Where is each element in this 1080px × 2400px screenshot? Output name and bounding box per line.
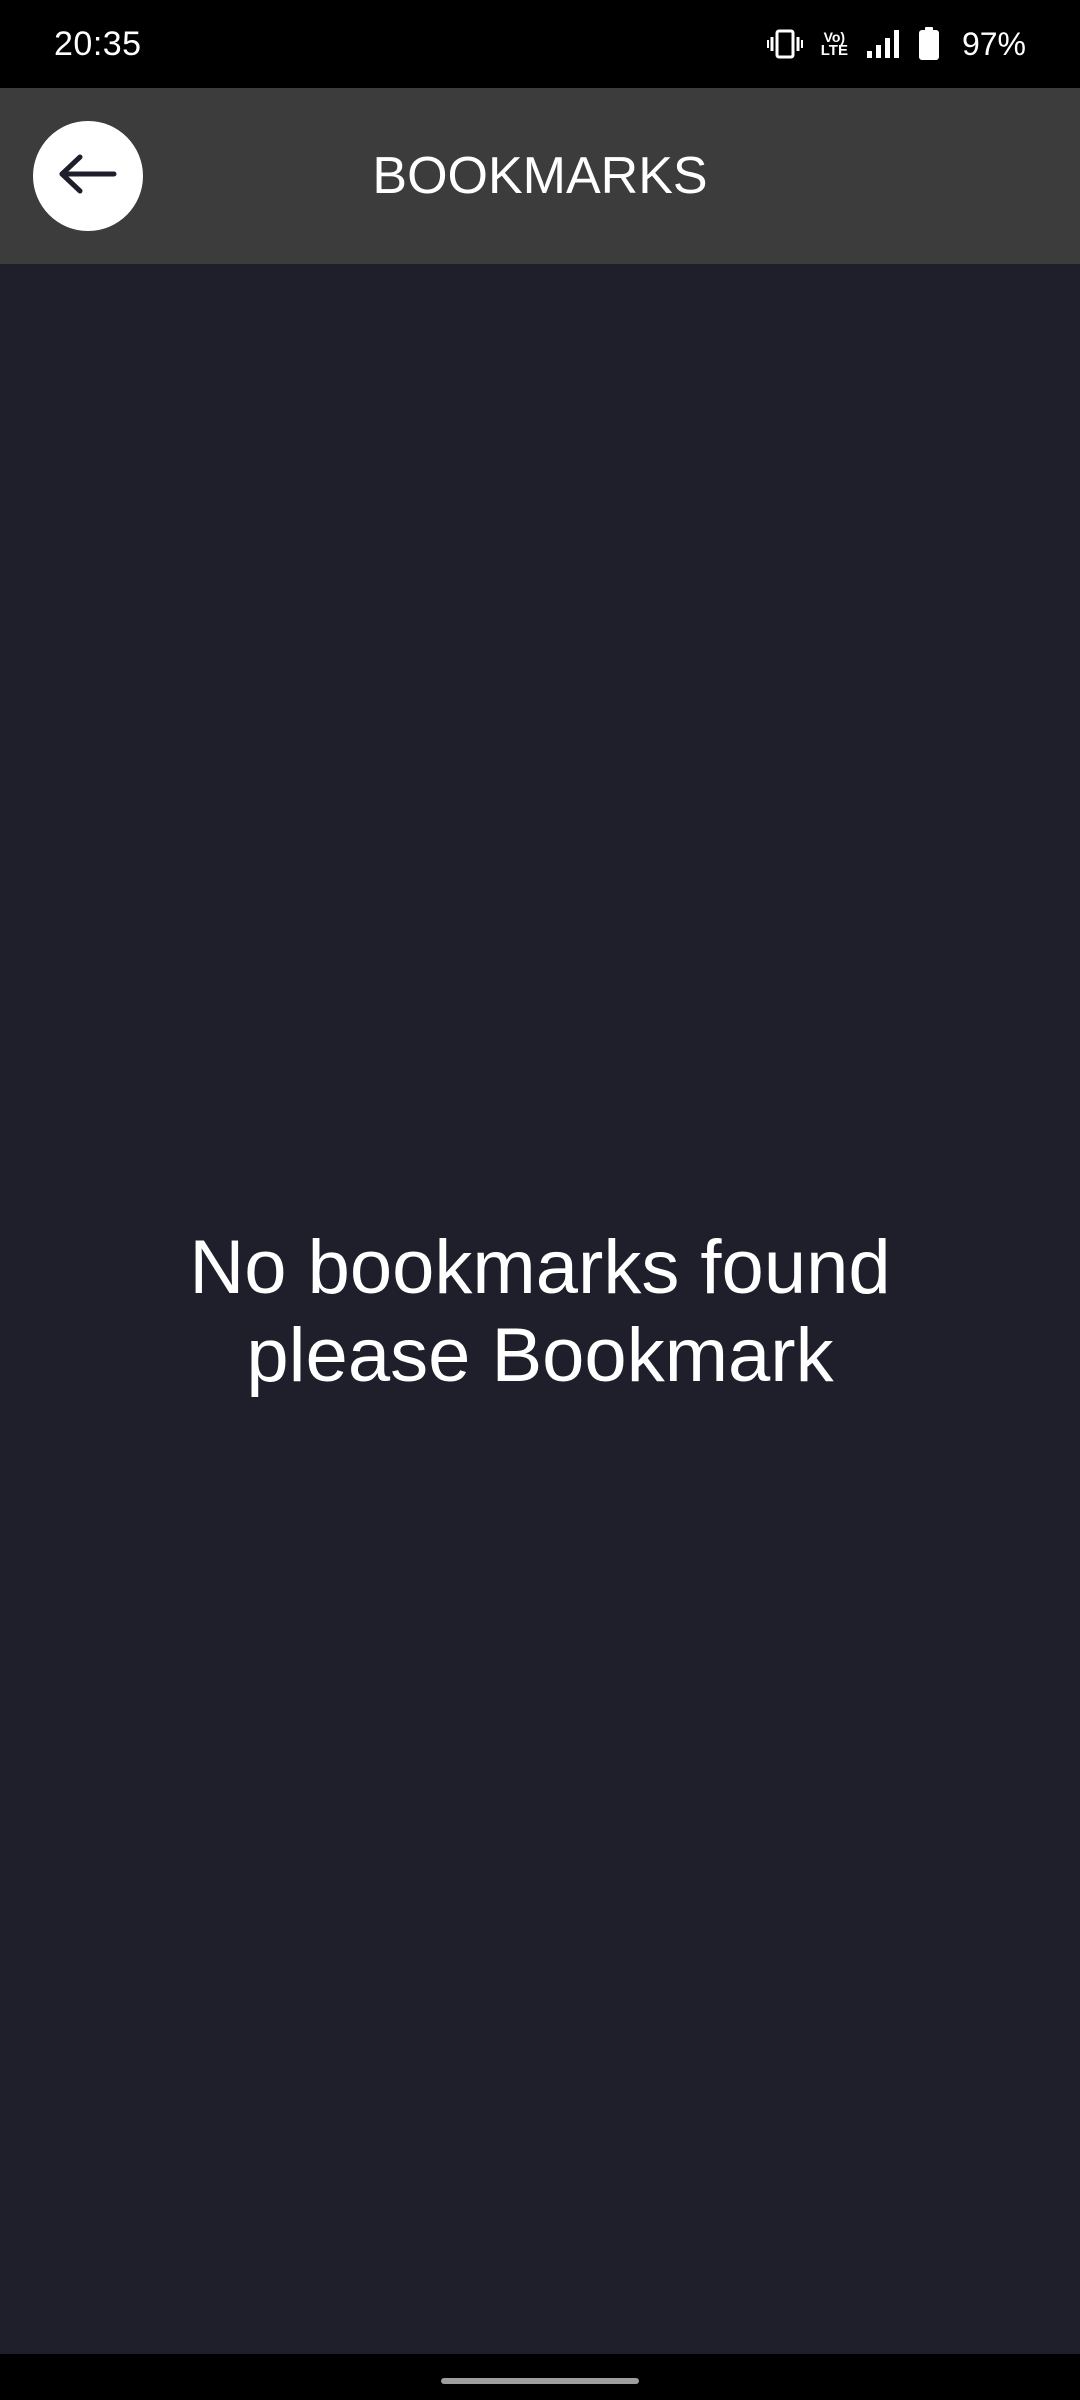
signal-icon [866, 29, 900, 59]
lte-label: LTE [820, 42, 848, 59]
status-icons: Vo) LTE 97% [766, 22, 1026, 66]
arrow-left-icon [58, 154, 118, 199]
volte-icon: Vo) LTE [821, 30, 848, 58]
battery-percent: 97% [961, 26, 1026, 62]
bookmarks-screen: 20:35 Vo) LTE 97% BOOKMARKS No bookmarks… [0, 0, 1080, 2400]
vibrate-icon [766, 29, 803, 59]
status-time: 20:35 [54, 25, 142, 63]
page-title: BOOKMARKS [372, 147, 708, 205]
back-button[interactable] [33, 121, 143, 231]
app-bar: BOOKMARKS [0, 88, 1080, 264]
empty-state-line-1: No bookmarks found [189, 1225, 891, 1310]
navigation-bar [0, 2354, 1080, 2400]
empty-state-line-2: please Bookmark [246, 1313, 834, 1398]
empty-state-message: No bookmarks found please Bookmark [0, 1224, 1080, 1400]
home-indicator[interactable] [441, 2378, 639, 2384]
battery-icon [918, 27, 940, 61]
status-bar: 20:35 Vo) LTE 97% [0, 0, 1080, 88]
bookmarks-content: No bookmarks found please Bookmark [0, 264, 1080, 2354]
